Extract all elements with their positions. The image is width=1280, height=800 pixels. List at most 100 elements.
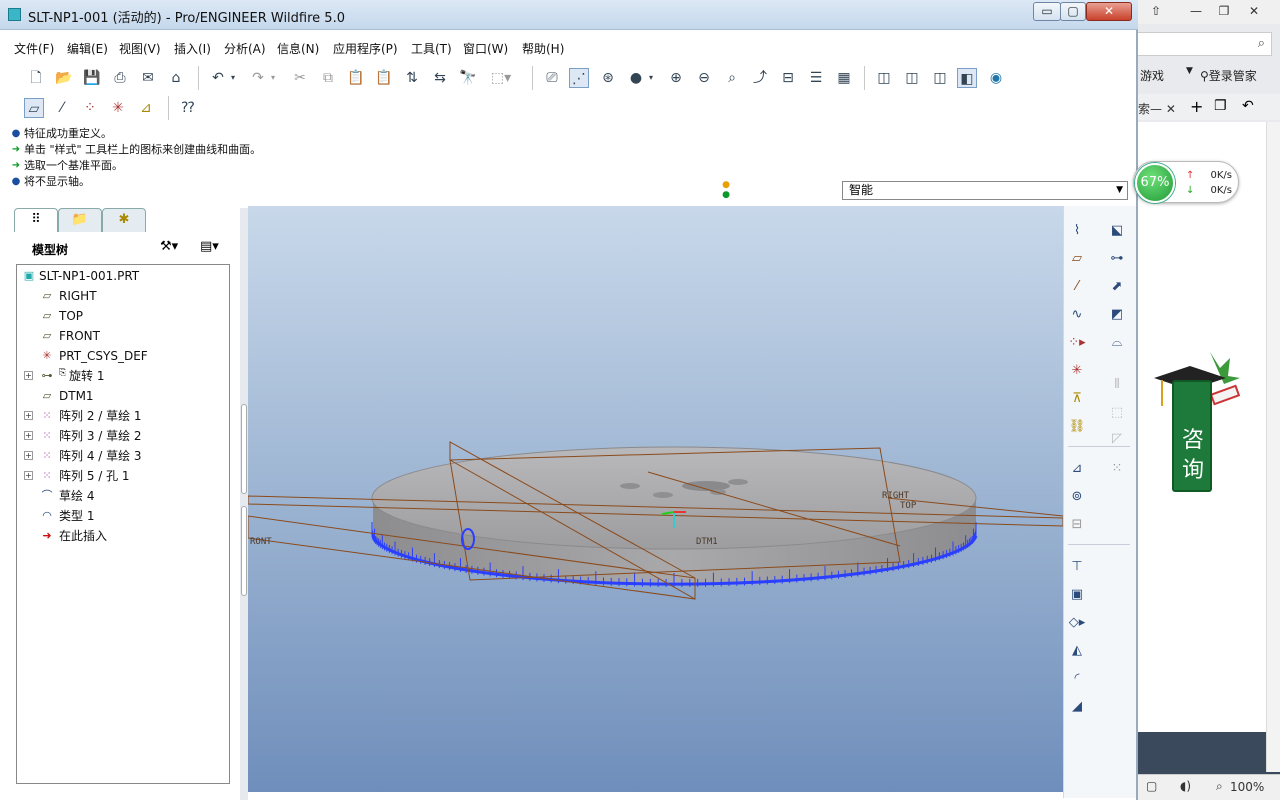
zoom-out-icon[interactable]: ⊖ xyxy=(694,68,714,88)
menu-edit[interactable]: 编辑(E) xyxy=(67,40,108,57)
consult-banner[interactable]: 咨询 xyxy=(1172,380,1212,492)
hole-icon[interactable]: ⊤ xyxy=(1066,556,1088,578)
datum-point-display-icon[interactable]: ⁘ xyxy=(80,98,100,118)
menu-file[interactable]: 文件(F) xyxy=(14,40,54,57)
splitter-grip[interactable] xyxy=(241,404,247,494)
chevron-down-icon[interactable]: ▾ xyxy=(268,68,278,88)
browser-search-box[interactable]: ⌕ xyxy=(1138,32,1272,56)
zoom-icon[interactable]: ⌕ xyxy=(1216,779,1223,794)
tree-columns-icon[interactable]: ▤▾ xyxy=(200,239,219,254)
shading-icon[interactable]: ● xyxy=(626,68,646,88)
pattern-tool-icon[interactable]: ⁙ xyxy=(1106,458,1128,480)
chevron-down-icon[interactable]: ▾ xyxy=(228,68,238,88)
menu-insert[interactable]: 插入(I) xyxy=(174,40,211,57)
zoom-in-icon[interactable]: ⊕ xyxy=(666,68,686,88)
publish-geometry-icon[interactable]: ⛓ xyxy=(1066,416,1088,438)
expand-icon[interactable]: + xyxy=(24,451,33,460)
send-link-icon[interactable]: ⌂ xyxy=(166,68,186,88)
expand-icon[interactable]: + xyxy=(24,411,33,420)
csys-display-icon[interactable]: ✳ xyxy=(108,98,128,118)
reorient-icon[interactable]: ⤴ xyxy=(750,68,770,88)
games-link[interactable]: 游戏 xyxy=(1140,67,1164,84)
refit-icon[interactable]: ⌕ xyxy=(722,68,742,88)
edit-sketch-icon[interactable]: ⊚ xyxy=(1066,486,1088,508)
tab-folder-browser[interactable]: 📁 xyxy=(58,208,102,232)
print-icon[interactable]: ⎙ xyxy=(110,68,130,88)
datum-point-tool-icon[interactable]: ⁘▸ xyxy=(1066,332,1088,354)
regen-manager-icon[interactable]: ⇆ xyxy=(430,68,450,88)
menu-applications[interactable]: 应用程序(P) xyxy=(333,40,398,57)
menu-tools[interactable]: 工具(T) xyxy=(411,40,452,57)
close-button[interactable]: ✕ xyxy=(1086,2,1132,21)
menu-view[interactable]: 视图(V) xyxy=(119,40,161,57)
style-curve-icon[interactable]: ⌇ xyxy=(1066,220,1088,242)
datum-plane-display-icon[interactable]: ▱ xyxy=(24,98,44,118)
save-icon[interactable]: 💾 xyxy=(82,68,102,88)
speaker-icon[interactable]: ◖) xyxy=(1180,779,1191,793)
context-help-icon[interactable]: ⁇ xyxy=(178,98,198,118)
tab-model-tree[interactable]: ⠿ xyxy=(14,208,58,232)
tree-settings-icon[interactable]: ⚒▾ xyxy=(160,239,178,254)
browser-scrollbar[interactable] xyxy=(1266,122,1280,772)
datum-axis-display-icon[interactable]: ⁄ xyxy=(52,98,72,118)
paste-icon[interactable]: 📋 xyxy=(346,68,366,88)
regenerate-icon[interactable]: ⇅ xyxy=(402,68,422,88)
manager-link[interactable]: ⚲登录管家 xyxy=(1200,67,1257,84)
browser-close-button[interactable]: ✕ xyxy=(1244,3,1264,19)
tab-favorites[interactable]: ✱ xyxy=(102,208,146,232)
hidden-line-icon[interactable]: ◫ xyxy=(902,68,922,88)
cut-icon[interactable]: ✂ xyxy=(290,68,310,88)
mirror-icon[interactable]: ⫴ xyxy=(1106,374,1128,396)
extrude-icon[interactable]: ⬕ xyxy=(1106,220,1128,242)
shaded-display-icon[interactable]: ◧ xyxy=(957,68,977,88)
selection-box-icon[interactable]: ⬚▾ xyxy=(486,68,516,88)
menu-help[interactable]: 帮助(H) xyxy=(522,40,564,57)
datum-plane-tool-icon[interactable]: ▱ xyxy=(1066,248,1088,270)
boundary-blend-icon[interactable]: ⌓ xyxy=(1106,332,1128,354)
panel-splitter[interactable] xyxy=(240,208,248,800)
chevron-down-icon[interactable]: ▾ xyxy=(646,68,656,88)
sweep-icon[interactable]: ⬈ xyxy=(1106,276,1128,298)
maximize-button[interactable]: ▢ xyxy=(1060,2,1086,21)
sketch-tool-icon[interactable]: ⊿ xyxy=(1066,458,1088,480)
expand-icon[interactable]: + xyxy=(24,471,33,480)
paste-special-icon[interactable]: 📋 xyxy=(374,68,394,88)
wireframe-icon[interactable]: ◫ xyxy=(874,68,894,88)
layers-icon[interactable]: ☰ xyxy=(806,68,826,88)
datum-points-icon[interactable]: ⋰ xyxy=(569,68,589,88)
shell-icon[interactable]: ▣ xyxy=(1066,584,1088,606)
open-file-icon[interactable]: 📂 xyxy=(54,68,74,88)
search-icon[interactable]: ⌕ xyxy=(1258,36,1265,51)
csys-tool-icon[interactable]: ✳ xyxy=(1066,360,1088,382)
revolve-tool-icon[interactable]: ⊶ xyxy=(1106,248,1128,270)
analysis-feature-icon[interactable]: ⊼ xyxy=(1066,388,1088,410)
graphics-viewport[interactable]: RIGHT TOP RONT DTM1 xyxy=(247,206,1064,792)
selection-filter-dropdown[interactable]: 智能 ▼ xyxy=(842,181,1128,200)
enhanced-realism-icon[interactable]: ◉ xyxy=(986,68,1006,88)
menu-window[interactable]: 窗口(W) xyxy=(463,40,508,57)
memory-usage-ball[interactable]: 67% xyxy=(1135,163,1175,203)
undo-close-icon[interactable]: ↶ xyxy=(1242,98,1254,114)
view-manager-icon[interactable]: ▦ xyxy=(834,68,854,88)
undo-icon[interactable]: ↶ xyxy=(208,68,228,88)
splitter-grip[interactable] xyxy=(241,506,247,596)
new-tab-icon[interactable]: + xyxy=(1190,97,1203,116)
browser-menu-icon[interactable]: ⇧ xyxy=(1146,3,1166,19)
minimize-button[interactable]: ▭ xyxy=(1033,2,1061,21)
expand-icon[interactable]: + xyxy=(24,431,33,440)
spin-center-icon[interactable]: ⊛ xyxy=(598,68,618,88)
sketch-view-icon[interactable]: ⎚ xyxy=(542,68,562,88)
draft-icon[interactable]: ◭ xyxy=(1066,640,1088,662)
expand-icon[interactable]: + xyxy=(24,371,33,380)
rib-icon[interactable]: ◇▸ xyxy=(1066,612,1088,634)
new-file-icon[interactable]: 🗋 xyxy=(26,68,46,88)
send-mail-icon[interactable]: ✉ xyxy=(138,68,158,88)
browser-tab[interactable]: 索— ✕ xyxy=(1138,100,1176,117)
status-light-icon[interactable]: ● ● xyxy=(721,180,731,200)
browser-minimize-button[interactable]: — xyxy=(1186,3,1206,19)
browser-restore-button[interactable]: ❐ xyxy=(1214,3,1234,19)
screen-icon[interactable]: ▢ xyxy=(1146,779,1157,793)
blend-icon[interactable]: ◩ xyxy=(1106,304,1128,326)
redo-icon[interactable]: ↷ xyxy=(248,68,268,88)
menu-analysis[interactable]: 分析(A) xyxy=(224,40,266,57)
